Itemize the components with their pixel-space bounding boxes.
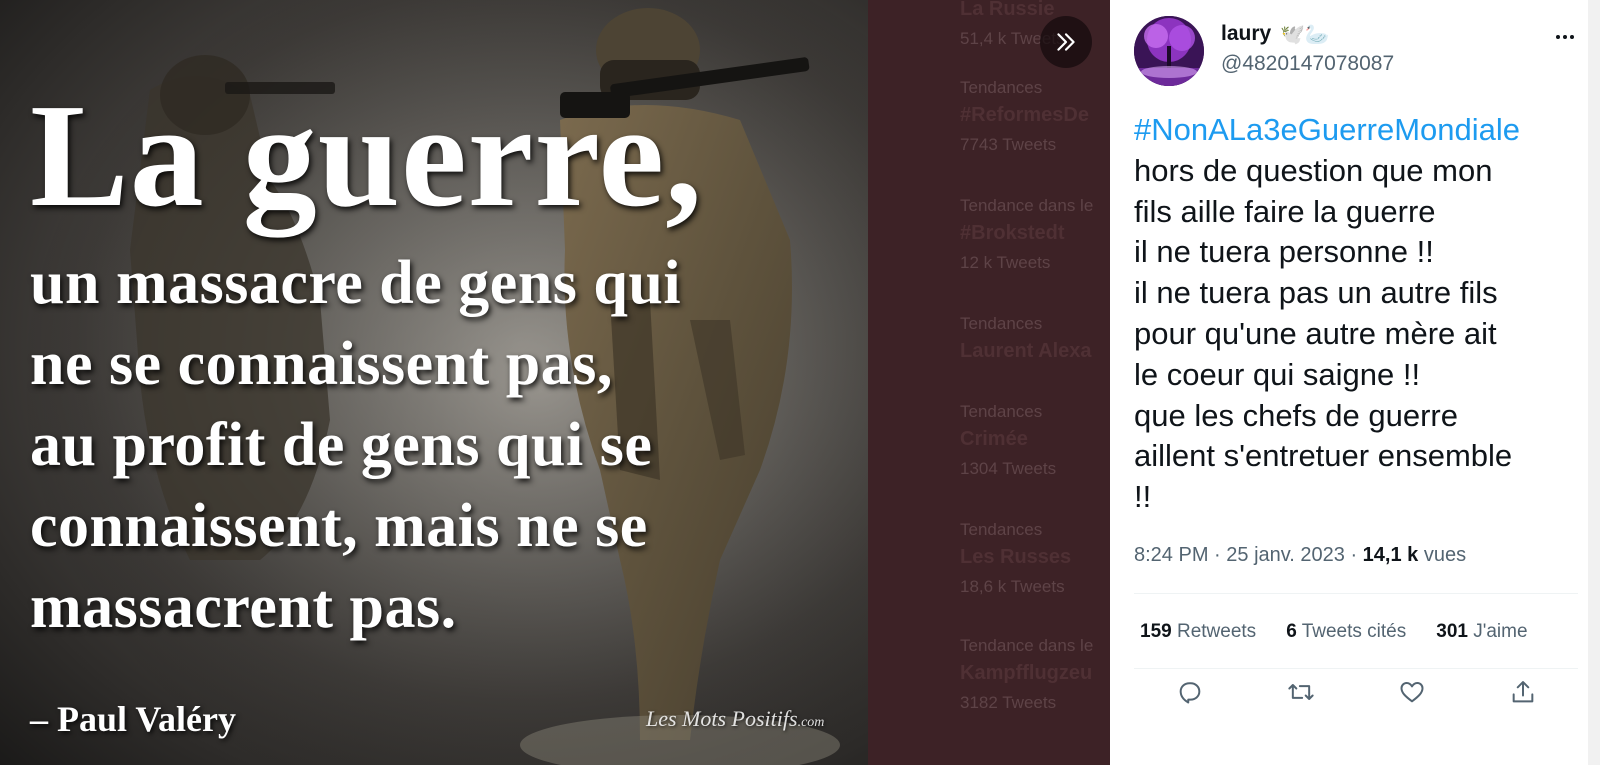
trend-count: 7743 Tweets <box>960 135 1057 154</box>
quote-headline: La guerre, <box>30 74 704 238</box>
likes-label: J'aime <box>1467 621 1528 642</box>
meta-separator: · <box>1208 544 1227 566</box>
quote-line: un massacre de gens qui <box>30 249 682 317</box>
tweet-meta: 8:24 PM · 25 janv. 2023 · 14,1 k vues <box>1134 544 1466 567</box>
quote-line: massacrent pas. <box>30 573 457 641</box>
trend-count: 3182 Tweets <box>960 693 1057 712</box>
trend-context: Tendances <box>960 520 1043 539</box>
more-options-button[interactable] <box>1550 22 1580 48</box>
likes-count: 301 <box>1436 621 1468 642</box>
divider <box>1134 593 1578 594</box>
trend-name: Les Russes <box>960 546 1072 568</box>
tweet-line: hors de question que mon <box>1134 152 1493 188</box>
trend-item: Tendances Les Russes 18,6 k Tweets <box>960 520 1110 597</box>
avatar[interactable] <box>1134 16 1204 86</box>
trend-item: Tendance dans le #Brokstedt 12 k Tweets <box>960 196 1110 273</box>
trend-name: #ReformesDe <box>960 104 1089 126</box>
views-label: vues <box>1418 544 1467 566</box>
quotes-count: 6 <box>1286 621 1297 642</box>
tweet-text: #NonALa3eGuerreMondiale hors de question… <box>1134 110 1584 518</box>
user-handle[interactable]: @4820147078087 <box>1221 52 1394 76</box>
tweet-actions-bar <box>1134 672 1578 712</box>
tweet-media-image[interactable]: La guerre, un massacre de gens qui ne se… <box>0 0 868 765</box>
watermark-text: Les Mots Positifs <box>646 706 798 731</box>
quote-line: au profit de gens qui se <box>30 411 653 479</box>
quote-line: ne se connaissent pas, <box>30 330 613 398</box>
retweets-label: Retweets <box>1171 621 1257 642</box>
display-name[interactable]: laury <box>1221 22 1271 46</box>
trend-name: Crimée <box>960 428 1028 450</box>
like-button[interactable] <box>1392 672 1432 712</box>
hashtag-link[interactable]: #NonALa3eGuerreMondiale <box>1134 110 1584 151</box>
trend-item: Tendance dans le Kampfflugzeu 3182 Tweet… <box>960 636 1110 713</box>
trend-count: 18,6 k Tweets <box>960 577 1065 596</box>
divider <box>1134 668 1578 669</box>
trend-name: Kampfflugzeu <box>960 662 1093 684</box>
tweet-time[interactable]: 8:24 PM <box>1134 544 1208 566</box>
trend-count: 1304 Tweets <box>960 459 1057 478</box>
retweet-button[interactable] <box>1281 672 1321 712</box>
trend-context: Tendances <box>960 402 1043 421</box>
dimmed-trends-sidebar: La Russie 51,4 k Tweets Tendances #Refor… <box>868 0 1110 765</box>
quote-line: connaissent, mais ne se <box>30 492 648 560</box>
tweet-line: !! <box>1134 479 1152 515</box>
trend-name: #Brokstedt <box>960 222 1065 244</box>
quote-author: – Paul Valéry <box>30 699 237 739</box>
tweet-detail-panel: laury 🕊️🦢 @4820147078087 #NonALa3eGuerre… <box>1110 0 1600 765</box>
double-chevron-right-icon <box>1057 33 1075 51</box>
quote-tweets-stat[interactable]: 6 Tweets cités <box>1286 621 1406 643</box>
retweets-count: 159 <box>1140 621 1172 642</box>
tweet-line: que les chefs de guerre <box>1134 397 1458 433</box>
collapse-panel-button[interactable] <box>1040 16 1092 68</box>
retweet-icon <box>1287 684 1314 700</box>
heart-icon <box>1400 682 1423 703</box>
views-count: 14,1 k <box>1362 544 1419 566</box>
tweet-line: il ne tuera pas un autre fils <box>1134 275 1498 311</box>
trend-item: Tendances Laurent Alexa <box>960 314 1110 363</box>
watermark-suffix: .com <box>797 715 825 730</box>
trend-count: 12 k Tweets <box>960 253 1051 272</box>
trend-name: La Russie <box>960 0 1055 20</box>
likes-stat[interactable]: 301 J'aime <box>1436 621 1527 643</box>
reply-button[interactable] <box>1170 672 1210 712</box>
name-emojis: 🕊️🦢 <box>1280 24 1330 46</box>
trend-context: Tendances <box>960 314 1043 333</box>
share-button[interactable] <box>1503 672 1543 712</box>
trend-context: Tendances <box>960 78 1043 97</box>
tweet-line: aillent s'entretuer ensemble <box>1134 438 1513 474</box>
tweet-stats: 159 Retweets 6 Tweets cités 301 J'aime <box>1140 621 1558 643</box>
meta-separator: · <box>1344 544 1363 566</box>
avatar-image <box>1134 16 1204 86</box>
trend-context: Tendance dans le <box>960 196 1094 215</box>
tweet-line: pour qu'une autre mère ait <box>1134 315 1497 351</box>
trend-item: Tendances Crimée 1304 Tweets <box>960 402 1110 479</box>
image-watermark: Les Mots Positifs.com <box>646 706 824 732</box>
more-dots-icon <box>1555 26 1576 44</box>
tweet-line: il ne tuera personne !! <box>1134 234 1434 270</box>
scrollbar-track[interactable] <box>1588 0 1600 765</box>
share-icon <box>1512 681 1533 703</box>
tweet-line: le coeur qui saigne !! <box>1134 356 1421 392</box>
retweets-stat[interactable]: 159 Retweets <box>1140 621 1256 643</box>
tweet-date[interactable]: 25 janv. 2023 <box>1226 544 1345 566</box>
trend-item: Tendances #ReformesDe 7743 Tweets <box>960 78 1110 155</box>
tweet-line: fils aille faire la guerre <box>1134 193 1436 229</box>
quotes-label: Tweets cités <box>1296 621 1407 642</box>
trend-context: Tendance dans le <box>960 636 1094 655</box>
reply-icon <box>1179 682 1200 704</box>
trend-name: Laurent Alexa <box>960 340 1092 362</box>
